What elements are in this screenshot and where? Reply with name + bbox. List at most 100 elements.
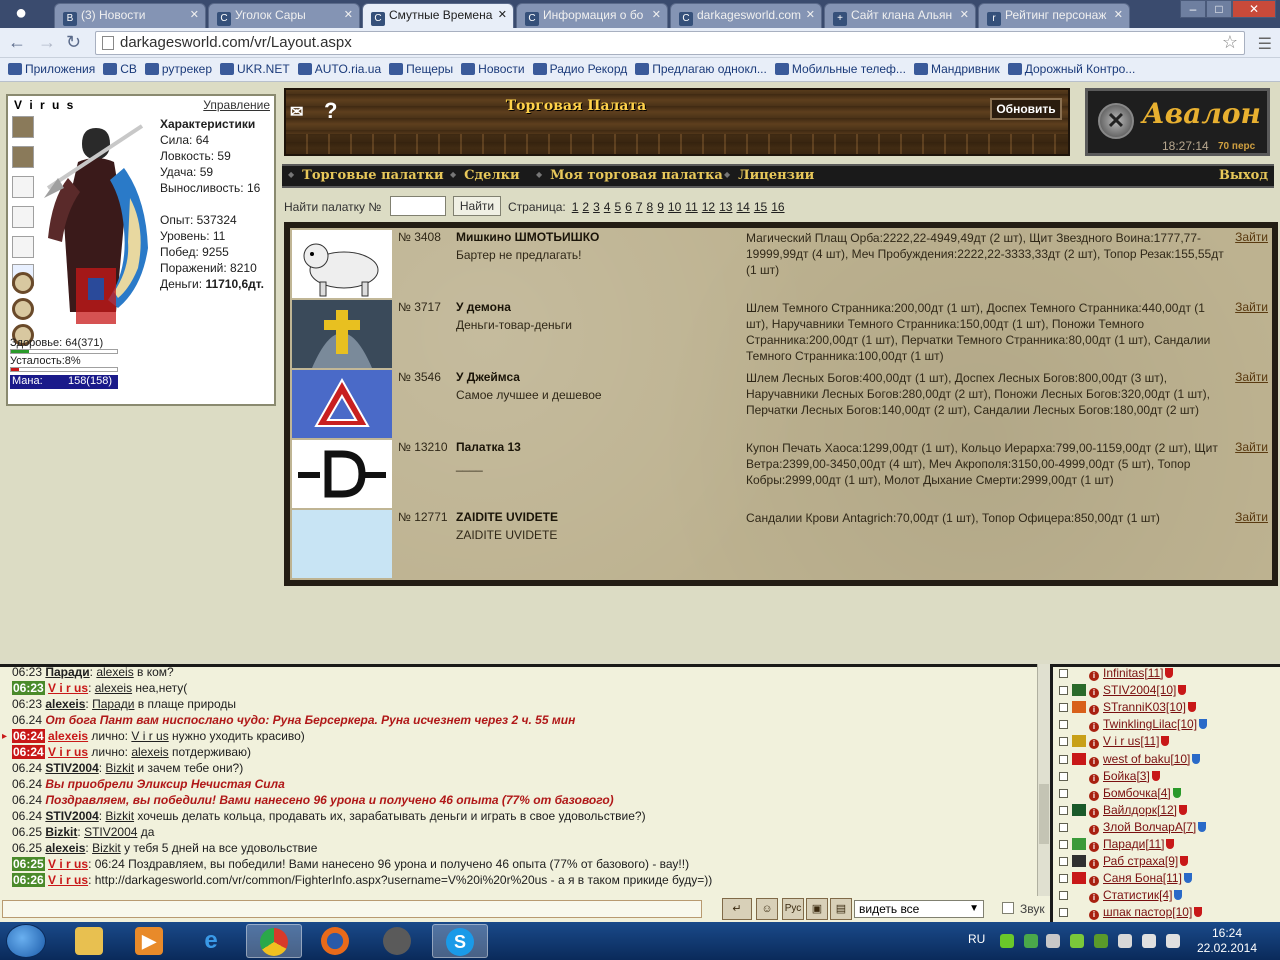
select-checkbox[interactable] xyxy=(1059,908,1068,918)
enter-shop-link[interactable]: Зайти xyxy=(1235,440,1268,454)
chat-recipient[interactable]: Bizkit xyxy=(105,761,134,775)
chat-time[interactable]: 06.25 xyxy=(12,841,42,855)
player-name[interactable]: west of baku[10] xyxy=(1103,752,1190,766)
page-link[interactable]: 8 xyxy=(647,200,654,214)
enter-shop-link[interactable]: Зайти xyxy=(1235,300,1268,314)
tab-close-icon[interactable]: ✕ xyxy=(498,8,507,21)
profile-icon[interactable]: ● xyxy=(8,2,34,26)
browser-tab[interactable]: C Уголок Сары ✕ xyxy=(208,3,360,28)
language-indicator[interactable]: RU xyxy=(968,932,985,946)
letter-icon[interactable]: ✉ xyxy=(290,102,312,128)
select-checkbox[interactable] xyxy=(1059,737,1068,747)
character-avatar[interactable] xyxy=(38,118,156,338)
back-icon[interactable]: ← xyxy=(8,32,26,53)
bookmark-item[interactable]: Приложения xyxy=(8,62,95,76)
info-icon[interactable]: i xyxy=(1089,773,1099,784)
chat-recipient[interactable]: STIV2004 xyxy=(84,825,137,839)
bookmark-star-icon[interactable]: ☆ xyxy=(1222,32,1238,53)
system-clock[interactable]: 16:24 22.02.2014 xyxy=(1190,926,1264,956)
chat-sender[interactable]: Паради xyxy=(45,667,89,679)
select-checkbox[interactable] xyxy=(1059,703,1068,713)
chat-sender[interactable]: V i r us xyxy=(48,745,88,759)
browser-tab[interactable]: Cdarkagesworld.com ✕ xyxy=(670,3,822,28)
tab-close-icon[interactable]: ✕ xyxy=(344,8,353,21)
tab-close-icon[interactable]: ✕ xyxy=(190,8,199,21)
player-name[interactable]: Вайлдорк[12] xyxy=(1103,803,1177,817)
bookmark-item[interactable]: Радио Рекорд xyxy=(532,62,627,76)
chat-sender[interactable]: STIV2004 xyxy=(45,809,98,823)
start-button[interactable] xyxy=(6,924,46,958)
tab-close-icon[interactable]: ✕ xyxy=(1114,8,1123,21)
chat-time[interactable]: 06:24 xyxy=(12,745,45,759)
forward-icon[interactable]: → xyxy=(38,32,56,53)
page-link[interactable]: 16 xyxy=(771,200,784,214)
enter-shop-link[interactable]: Зайти xyxy=(1235,510,1268,524)
browser-tab[interactable]: B (3) Новости ✕ xyxy=(54,3,206,28)
ring-icon[interactable] xyxy=(12,298,34,320)
page-link[interactable]: 6 xyxy=(625,200,632,214)
page-link[interactable]: 12 xyxy=(702,200,715,214)
chat-time[interactable]: 06.24 xyxy=(12,761,42,775)
player-name[interactable]: Саня Бона[11] xyxy=(1103,871,1182,885)
info-icon[interactable]: i xyxy=(1089,739,1099,750)
sound-checkbox[interactable] xyxy=(1002,902,1014,914)
clear-icon[interactable]: ▣ xyxy=(806,898,828,920)
player-name[interactable]: Злой ВолчарА[7] xyxy=(1103,820,1196,834)
info-icon[interactable]: i xyxy=(1089,859,1099,870)
enter-shop-link[interactable]: Зайти xyxy=(1235,370,1268,384)
player-name[interactable]: STranniK03[10] xyxy=(1103,700,1186,714)
chat-recipient[interactable]: Паради xyxy=(92,697,134,711)
chat-recipient[interactable]: alexeis xyxy=(95,681,132,695)
firefox-taskbar-icon[interactable] xyxy=(308,924,364,958)
info-icon[interactable]: i xyxy=(1089,671,1099,681)
chat-time[interactable]: 06:23 xyxy=(12,697,42,711)
info-icon[interactable]: i xyxy=(1089,876,1099,887)
tray-icon[interactable] xyxy=(1000,934,1014,948)
tray-icon[interactable] xyxy=(1024,934,1038,948)
page-link[interactable]: 10 xyxy=(668,200,681,214)
info-icon[interactable]: i xyxy=(1089,842,1099,852)
ie-taskbar-icon[interactable]: e xyxy=(184,924,240,958)
close-window-icon[interactable]: ✕ xyxy=(1232,0,1276,18)
info-icon[interactable]: i xyxy=(1089,910,1099,921)
chat-time[interactable]: 06:24 xyxy=(12,729,45,743)
cs-taskbar-icon[interactable] xyxy=(370,924,426,958)
player-name[interactable]: TwinklingLilac[10] xyxy=(1103,717,1197,731)
language-button[interactable]: Рус xyxy=(782,898,804,920)
bookmark-item[interactable]: Новости xyxy=(461,62,525,76)
chat-time[interactable]: 06.24 xyxy=(12,713,42,727)
bookmark-item[interactable]: AUTO.ria.ua xyxy=(297,62,381,76)
media-taskbar-icon[interactable]: ▶ xyxy=(122,924,178,958)
bookmark-item[interactable]: рутрекер xyxy=(144,62,212,76)
nav-deals[interactable]: Сделки xyxy=(450,168,519,183)
info-icon[interactable]: i xyxy=(1089,705,1099,716)
page-link[interactable]: 1 xyxy=(572,200,579,214)
manage-link[interactable]: Управление xyxy=(203,98,270,112)
volume-tray-icon[interactable] xyxy=(1166,934,1180,948)
chat-sender[interactable]: alexeis xyxy=(45,841,85,855)
bookmark-item[interactable]: Мобильные телеф... xyxy=(774,62,906,76)
chrome-taskbar-icon[interactable] xyxy=(246,924,302,958)
select-checkbox[interactable] xyxy=(1059,754,1068,764)
equip-slot-empty[interactable] xyxy=(12,176,34,198)
refresh-button[interactable]: Обновить xyxy=(990,98,1062,120)
page-link[interactable]: 4 xyxy=(604,200,611,214)
page-link[interactable]: 3 xyxy=(593,200,600,214)
equip-slot-weapon[interactable] xyxy=(12,116,34,138)
tab-close-icon[interactable]: ✕ xyxy=(960,8,969,21)
player-name[interactable]: STIV2004[10] xyxy=(1103,683,1176,697)
character-name[interactable]: V i r u s xyxy=(14,98,75,112)
info-icon[interactable]: i xyxy=(1089,722,1099,733)
player-name[interactable]: Бойка[3] xyxy=(1103,769,1150,783)
bookmark-item[interactable]: Дорожный Контро... xyxy=(1007,62,1135,76)
select-checkbox[interactable] xyxy=(1059,822,1068,832)
nav-licenses[interactable]: Лицензии xyxy=(724,168,814,183)
player-name[interactable]: Статистик[4] xyxy=(1103,888,1172,902)
page-link[interactable]: 9 xyxy=(657,200,664,214)
chat-recipient[interactable]: Bizkit xyxy=(105,809,134,823)
tray-icon[interactable] xyxy=(1070,934,1084,948)
reload-icon[interactable]: ↻ xyxy=(66,32,81,53)
tray-icon[interactable] xyxy=(1118,934,1132,948)
send-icon[interactable]: ↵ xyxy=(722,898,752,920)
nav-my-tent[interactable]: Моя торговая палатка xyxy=(536,168,723,183)
